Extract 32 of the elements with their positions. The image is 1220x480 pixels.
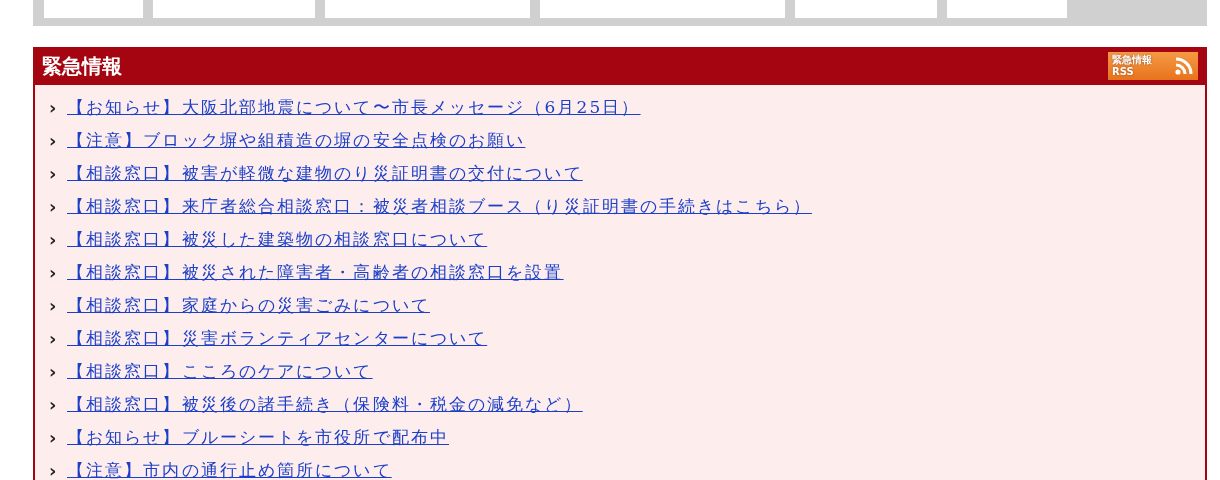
notice-link[interactable]: 【注意】ブロック塀や組積造の塀の安全点検のお願い (67, 129, 526, 152)
chevron-marker: › (49, 460, 58, 480)
notice-link[interactable]: 【相談窓口】被災した建築物の相談窓口について (67, 228, 488, 251)
notice-link[interactable]: 【お知らせ】大阪北部地震について〜市長メッセージ（6月25日） (67, 96, 641, 119)
notice-link[interactable]: 【相談窓口】こころのケアについて (67, 360, 373, 383)
chevron-marker: › (49, 130, 58, 151)
chevron-marker: › (49, 394, 58, 415)
nav-tab[interactable] (325, 0, 530, 18)
chevron-marker: › (49, 295, 58, 316)
nav-tab[interactable] (153, 0, 315, 18)
notice-link[interactable]: 【お知らせ】ブルーシートを市役所で配布中 (67, 426, 449, 449)
notice-link[interactable]: 【相談窓口】家庭からの災害ごみについて (67, 294, 430, 317)
nav-tab[interactable] (44, 0, 143, 18)
nav-tab[interactable] (540, 0, 785, 18)
chevron-marker: › (49, 97, 58, 118)
chevron-marker: › (49, 196, 58, 217)
notice-link[interactable]: 【相談窓口】来庁者総合相談窓口：被災者相談ブース（り災証明書の手続きはこちら） (67, 195, 812, 218)
panel-title: 緊急情報 (42, 52, 122, 80)
chevron-marker: › (49, 163, 58, 184)
notice-link[interactable]: 【相談窓口】被災後の諸手続き（保険料・税金の減免など） (67, 393, 583, 416)
chevron-marker: › (49, 262, 58, 283)
notice-link[interactable]: 【注意】市内の通行止め箇所について (67, 459, 392, 480)
chevron-marker: › (49, 427, 58, 448)
chevron-marker: › (49, 361, 58, 382)
chevron-marker: › (49, 328, 58, 349)
notice-link[interactable]: 【相談窓口】被災された障害者・高齢者の相談窓口を設置 (67, 261, 564, 284)
notice-link[interactable]: 【相談窓口】災害ボランティアセンターについて (67, 327, 488, 350)
nav-tab[interactable] (947, 0, 1067, 18)
nav-tab[interactable] (795, 0, 937, 18)
chevron-marker: › (49, 229, 58, 250)
rss-icon (1174, 56, 1194, 76)
notice-link[interactable]: 【相談窓口】被害が軽微な建物のり災証明書の交付について (67, 162, 583, 185)
